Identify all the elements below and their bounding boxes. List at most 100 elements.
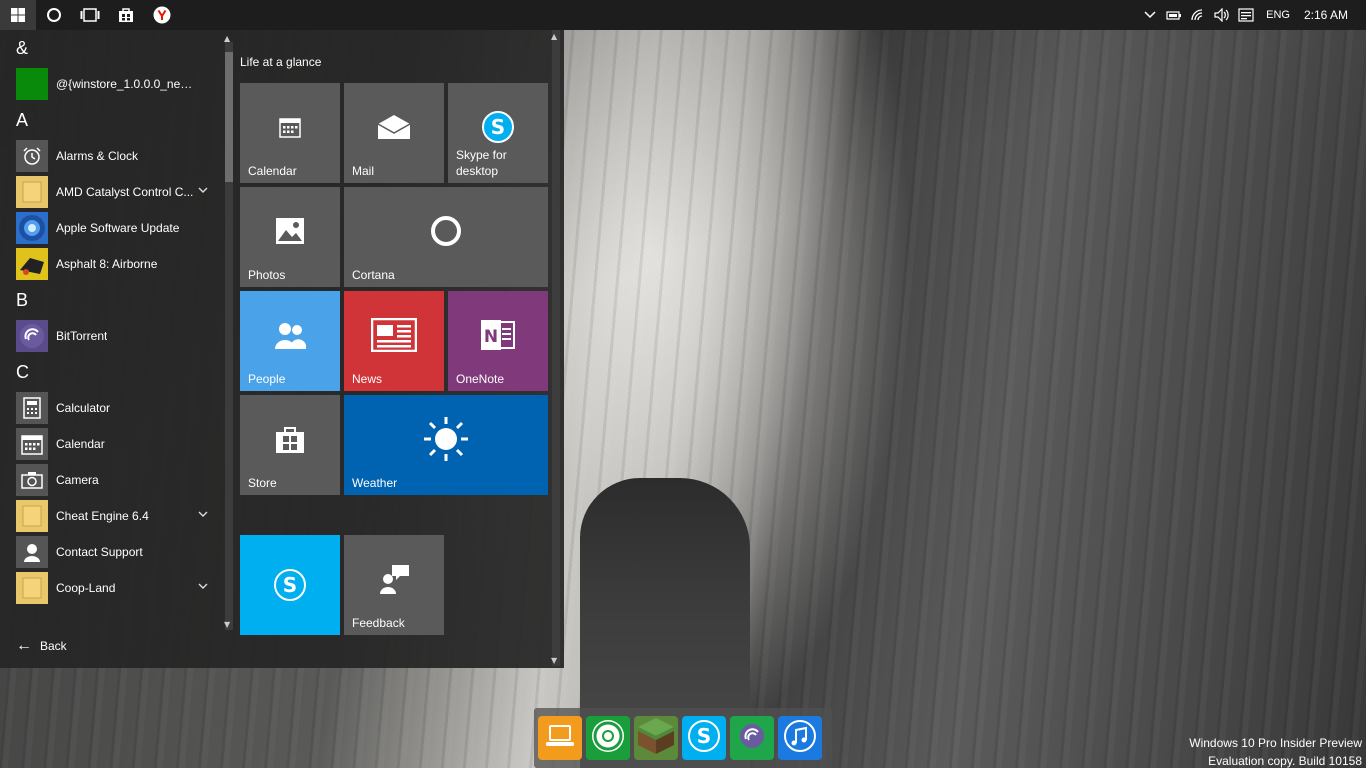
live-tile-calendar[interactable]: Calendar	[240, 83, 340, 183]
live-tile-skype-for[interactable]: S Skype for desktop	[448, 83, 548, 183]
all-apps-list: & @{winstore_1.0.0.0_neutral_n... A Alarms …	[0, 30, 222, 630]
camera-icon	[16, 464, 48, 496]
tile-label: Cortana	[352, 268, 395, 282]
live-tile-feedback[interactable]: Feedback	[344, 535, 444, 635]
live-tile-store[interactable]: Store	[240, 395, 340, 495]
live-tile-weather[interactable]: Weather	[344, 395, 548, 495]
watermark-build: Evaluation copy. Build 10158	[1208, 754, 1362, 768]
dock-laptop-app[interactable]	[538, 716, 582, 760]
app-list-item-label: AMD Catalyst Control C...	[56, 185, 194, 199]
app-list-item[interactable]: Coop-Land	[0, 570, 222, 606]
task-view-button[interactable]	[72, 0, 108, 30]
power-plug-icon[interactable]	[1162, 0, 1186, 30]
minecraft-icon	[636, 716, 676, 760]
tile-label: News	[352, 372, 383, 386]
live-tile-mail[interactable]: Mail	[344, 83, 444, 183]
section-letter-header[interactable]: C	[0, 354, 222, 390]
contact-support-icon	[16, 536, 48, 568]
app-list-item[interactable]: Cheat Engine 6.4	[0, 498, 222, 534]
back-label: Back	[40, 639, 67, 653]
expand-chevron-icon[interactable]	[198, 186, 208, 197]
wifi-icon[interactable]	[1186, 0, 1210, 30]
action-center-icon[interactable]	[1234, 0, 1258, 30]
section-letter-header[interactable]: B	[0, 282, 222, 318]
live-tile-skype-small[interactable]: S	[240, 535, 340, 635]
tile-label: Feedback	[352, 616, 405, 630]
itunes-icon	[783, 719, 817, 757]
yandex-browser-button[interactable]	[144, 0, 180, 30]
section-letter-header[interactable]: &	[0, 30, 222, 66]
expand-chevron-icon[interactable]	[198, 510, 208, 521]
app-list-item[interactable]: Apple Software Update	[0, 210, 222, 246]
app-list-scrollbar[interactable]: ▲ ▼	[223, 34, 235, 630]
tile-label: Store	[248, 476, 277, 490]
section-letter-header[interactable]: A	[0, 102, 222, 138]
live-tile-people[interactable]: People	[240, 291, 340, 391]
tiles-scroll-down-arrow-icon[interactable]: ▼	[551, 656, 557, 665]
dock-itunes[interactable]	[778, 716, 822, 760]
cortana-search-button[interactable]	[36, 0, 72, 30]
scroll-up-arrow-icon[interactable]: ▲	[224, 34, 230, 43]
tile-label: OneNote	[456, 372, 505, 386]
app-list-item[interactable]: Camera	[0, 462, 222, 498]
tile-label: Skype for desktop	[456, 148, 507, 178]
store-app-icon	[16, 68, 48, 100]
chrome-icon	[590, 718, 626, 758]
yandex-browser-icon	[153, 6, 171, 24]
show-hidden-icons-chevron-icon[interactable]	[1138, 0, 1162, 30]
app-list-scroll-thumb[interactable]	[225, 52, 233, 182]
app-list-item[interactable]: @{winstore_1.0.0.0_neutral_n...	[0, 66, 222, 102]
expand-chevron-icon[interactable]	[198, 582, 208, 593]
scroll-down-arrow-icon[interactable]: ▼	[224, 620, 230, 629]
tiles-scroll-up-arrow-icon[interactable]: ▲	[551, 32, 557, 41]
folder-icon	[16, 572, 48, 604]
live-tile-news[interactable]: News	[344, 291, 444, 391]
tile-label: Calendar	[248, 164, 297, 178]
app-list-item[interactable]: Alarms & Clock	[0, 138, 222, 174]
store-bag-icon	[119, 8, 133, 22]
app-list-item-label: Cheat Engine 6.4	[56, 509, 149, 523]
start-button[interactable]	[0, 0, 36, 30]
app-list-item-label: Calendar	[56, 437, 105, 451]
live-tile-onenote[interactable]: N OneNote	[448, 291, 548, 391]
svg-text:S: S	[283, 573, 297, 597]
calculator-icon	[16, 392, 48, 424]
app-list-item[interactable]: Calendar	[0, 426, 222, 462]
windows-logo-icon	[11, 8, 25, 22]
asphalt-icon	[16, 248, 48, 280]
live-tile-photos[interactable]: Photos	[240, 187, 340, 287]
taskbar-clock[interactable]: 2:16 AM	[1304, 8, 1366, 22]
back-button[interactable]: ← Back	[0, 630, 222, 662]
app-list-item[interactable]: Contact Support	[0, 534, 222, 570]
start-menu: & @{winstore_1.0.0.0_neutral_n... A Alarms …	[0, 30, 564, 668]
task-view-icon	[80, 8, 100, 22]
tile-label: People	[248, 372, 286, 386]
laptop-icon	[545, 723, 575, 753]
tiles-scrollbar[interactable]: ▲ ▼	[550, 30, 562, 666]
build-watermark: Windows 10 Pro Insider Preview Evaluatio…	[1189, 734, 1362, 768]
alarm-clock-icon	[16, 140, 48, 172]
live-tile-cortana[interactable]: Cortana	[344, 187, 548, 287]
app-list-item[interactable]: Asphalt 8: Airborne	[0, 246, 222, 282]
svg-text:S: S	[491, 115, 505, 139]
back-arrow-icon: ←	[16, 637, 32, 654]
svg-text:N: N	[484, 327, 498, 347]
app-dock: S	[534, 708, 832, 768]
dock-skype[interactable]: S	[682, 716, 726, 760]
dock-minecraft[interactable]	[634, 716, 678, 760]
tile-label: Weather	[352, 476, 398, 490]
app-list-item-label: Asphalt 8: Airborne	[56, 257, 158, 271]
app-list-item-label: Apple Software Update	[56, 221, 180, 235]
volume-icon[interactable]	[1210, 0, 1234, 30]
folder-icon	[16, 176, 48, 208]
input-language-indicator[interactable]: ENG	[1258, 9, 1304, 21]
app-list-item[interactable]: BitTorrent	[0, 318, 222, 354]
store-taskbar-button[interactable]	[108, 0, 144, 30]
app-list-item[interactable]: AMD Catalyst Control C...	[0, 174, 222, 210]
app-list-item[interactable]: Calculator	[0, 390, 222, 426]
dock-chrome[interactable]	[586, 716, 630, 760]
dock-bittorrent[interactable]	[730, 716, 774, 760]
system-tray: ENG 2:16 AM	[1138, 0, 1366, 30]
app-list-item-label: Calculator	[56, 401, 111, 415]
apple-update-icon	[16, 212, 48, 244]
